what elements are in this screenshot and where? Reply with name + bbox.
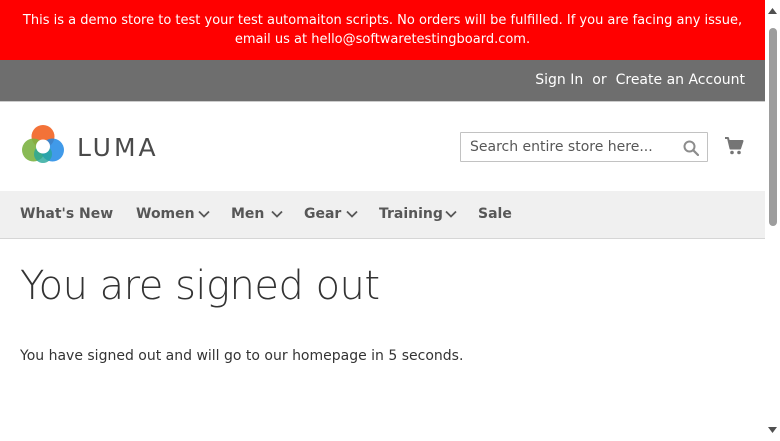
page: This is a demo store to test your test a… [0,0,765,441]
search-box [460,132,708,162]
demo-store-banner: This is a demo store to test your test a… [0,0,765,60]
chevron-down-icon[interactable] [346,210,358,219]
search-icon[interactable] [683,140,699,156]
logo-text: LUMA [77,133,159,162]
header-panel: Sign In or Create an Account [0,60,765,102]
nav-item-training[interactable]: Training [379,191,443,238]
signed-out-message: You have signed out and will go to our h… [20,348,464,364]
luma-logo-icon [22,125,64,163]
chevron-down-icon[interactable] [198,210,210,219]
vertical-scrollbar[interactable] [765,0,780,441]
nav-item-gear[interactable]: Gear [304,191,341,238]
sign-in-link[interactable]: Sign In [535,72,583,88]
nav-item-sale[interactable]: Sale [478,191,512,238]
main-navigation: What's New Women Men Gear Training Sale [0,191,765,239]
scroll-up-arrow-icon[interactable] [768,8,777,14]
luma-logo[interactable]: LUMA [20,123,166,169]
page-title: You are signed out [20,263,380,309]
cart-icon[interactable] [724,136,744,156]
header-links: Sign In or Create an Account [535,72,745,88]
nav-item-men[interactable]: Men [231,191,264,238]
create-account-link[interactable]: Create an Account [616,72,745,88]
nav-item-whats-new[interactable]: What's New [20,191,113,238]
chevron-down-icon[interactable] [445,210,457,219]
chevron-down-icon[interactable] [271,210,283,219]
demo-banner-text: This is a demo store to test your test a… [22,13,743,47]
scroll-down-arrow-icon[interactable] [768,427,777,433]
nav-item-women[interactable]: Women [136,191,195,238]
header-content: LUMA [0,102,765,191]
header-or-text: or [592,72,607,88]
search-input[interactable] [461,133,688,161]
scrollbar-thumb[interactable] [769,28,777,226]
